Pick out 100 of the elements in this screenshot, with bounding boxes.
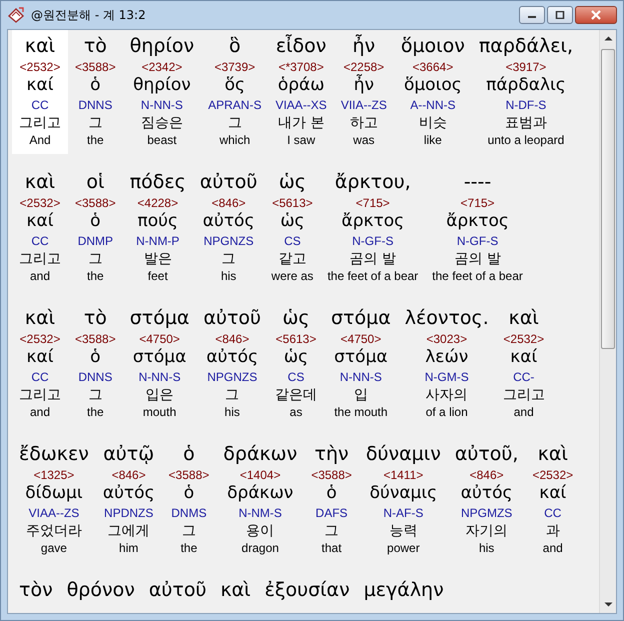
english-gloss: of a lion [426, 404, 468, 421]
word-column[interactable]: λέοντος. <3023> λεών N-GM-S 사자의 of a lion [398, 302, 496, 426]
english-gloss: was [353, 132, 374, 149]
word-column[interactable]: παρδάλει, <3917> πάρδαλις N-DF-S 표범과 unto a leopard [472, 30, 580, 154]
minimize-button[interactable] [519, 6, 545, 24]
morph-code: NPDNZS [104, 505, 154, 522]
word-column[interactable]: τὴν <3588> ὁ DAFS 그 that [304, 438, 359, 562]
word-column[interactable]: πόδες <4228> πούς N-NM-P 발은 feet [122, 166, 193, 290]
greek-word: καὶ [538, 442, 568, 467]
greek-word: δύναμιν [366, 442, 441, 467]
english-gloss: the [87, 404, 104, 421]
english-gloss: the feet of a bear [432, 268, 523, 285]
morph-code: N-DF-S [506, 97, 546, 114]
strong-number: <2532> [20, 332, 60, 346]
word-column[interactable]: ---- <715> ἄρκτος N-GF-S 곰의 발 the feet of a bear [425, 166, 530, 290]
lemma-word: πάρδαλις [486, 74, 566, 96]
lemma-word: ὁ [90, 346, 101, 368]
greek-word: στόμα [130, 306, 190, 331]
korean-gloss: 그 [182, 522, 196, 540]
strong-number: <846> [215, 332, 250, 346]
strong-number: <3023> [426, 332, 468, 346]
greek-word: καὶ [220, 578, 251, 603]
word-column[interactable]: αὐτοῦ, <846> αὐτός NPGMZS 자기의 his [448, 438, 526, 562]
english-gloss: dragon [242, 540, 279, 557]
word-column[interactable]: οἱ <3588> ὁ DNMP 그 the [68, 166, 123, 290]
word-column[interactable]: εἶδον <*3708> ὁράω VIAA--XS 내가 본 I saw [268, 30, 334, 154]
lemma-word: καί [539, 482, 566, 504]
english-gloss: his [478, 540, 494, 557]
scroll-down-icon[interactable] [604, 602, 612, 607]
strong-number: <4750> [139, 332, 180, 346]
greek-word: ὡς [278, 170, 306, 195]
korean-gloss: 그 [225, 386, 240, 404]
strong-number: <715> [460, 196, 495, 210]
word-column[interactable]: ὡς <5613> ὡς CS 같고 were as [264, 166, 320, 290]
greek-word: πόδες [130, 170, 186, 195]
word-column[interactable]: ἦν <2258> ἦν VIIA--ZS 하고 was [334, 30, 394, 154]
korean-gloss: 짐승은 [140, 114, 183, 132]
word-column[interactable]: καὶ <2532> καί CC 과 and [525, 438, 580, 562]
strong-number: <715> [356, 196, 390, 210]
word-column[interactable]: δράκων <1404> δράκων N-NM-S 용이 dragon [216, 438, 304, 562]
morph-code: VIAA--ZS [28, 505, 80, 522]
word-column[interactable]: στόμα <4750> στόμα N-NN-S 입은 mouth [122, 302, 196, 426]
word-column[interactable]: ὡς <5613> ὡς CS 같은데 as [268, 302, 324, 426]
word-column[interactable]: ὁ <3588> ὁ DNMS 그 the [162, 438, 216, 562]
english-gloss: the feet of a bear [327, 268, 418, 285]
word-column[interactable]: στόμα <4750> στόμα N-NN-S 입 the mouth [324, 302, 398, 426]
english-gloss: his [220, 268, 236, 285]
korean-gloss: 곰의 발 [350, 250, 396, 268]
scroll-thumb[interactable] [601, 49, 615, 349]
strong-number: <2532> [532, 468, 574, 482]
word-column[interactable]: ἔδωκεν <1325> δίδωμι VIAA--ZS 주었더라 gave [12, 438, 96, 562]
word-column[interactable]: τὸν [12, 574, 60, 604]
morph-code: N-AF-S [383, 505, 424, 522]
scroll-up-icon[interactable] [604, 36, 612, 41]
word-column[interactable]: καὶ <2532> καί CC 그리고 And [12, 30, 68, 154]
korean-gloss: 입 [354, 386, 368, 404]
morph-code: CC- [513, 369, 534, 386]
lemma-word: ὅς [224, 74, 245, 96]
korean-gloss: 입은 [146, 386, 174, 404]
english-gloss: the mouth [334, 404, 388, 421]
english-gloss: mouth [142, 404, 176, 421]
morph-code: NPGMZS [460, 505, 512, 522]
morph-code: A--NN-S [410, 97, 456, 114]
korean-gloss: 내가 본 [278, 114, 324, 132]
word-column[interactable]: θηρίον <2342> θηρίον N-NN-S 짐승은 beast [122, 30, 202, 154]
word-column[interactable]: θρόνον [60, 574, 142, 604]
word-column[interactable]: ἐξουσίαν [258, 574, 357, 604]
greek-word: τὴν [314, 442, 349, 467]
lemma-word: ὡς [284, 346, 308, 368]
word-column[interactable]: καὶ <2532> καί CC- 그리고 and [496, 302, 552, 426]
lemma-word: ὁ [90, 210, 101, 232]
korean-gloss: 주었더라 [26, 522, 82, 540]
word-column[interactable]: καὶ <2532> καί CC 그리고 and [12, 166, 68, 290]
maximize-button[interactable] [547, 6, 573, 24]
word-column[interactable]: ὅμοιον <3664> ὅμοιος A--NN-S 비슷 like [394, 30, 472, 154]
strong-number: <5613> [276, 332, 316, 346]
greek-word: ὡς [282, 306, 310, 331]
word-column[interactable]: τὸ <3588> ὁ DNNS 그 the [68, 30, 123, 154]
word-column[interactable]: μεγάλην [356, 574, 451, 604]
korean-gloss: 그 [222, 250, 236, 268]
greek-word: τὸν [19, 578, 53, 603]
strong-number: <3588> [311, 468, 352, 482]
morph-code: N-NN-S [140, 97, 183, 114]
korean-gloss: 곰의 발 [454, 250, 501, 268]
word-column[interactable]: τὸ <3588> ὁ DNNS 그 the [68, 302, 123, 426]
word-column[interactable]: αὐτοῦ <846> αὐτός NPGNZS 그 his [196, 302, 268, 426]
word-column[interactable]: ἄρκτου, <715> ἄρκτος N-GF-S 곰의 발 the feet of a bear [320, 166, 426, 290]
lemma-word: λεών [425, 346, 468, 368]
word-column[interactable]: καὶ <2532> καί CC 그리고 and [12, 302, 68, 426]
word-column[interactable]: ὃ <3739> ὅς APRAN-S 그 which [201, 30, 268, 154]
word-column[interactable]: αὐτοῦ [142, 574, 214, 604]
word-column[interactable]: αὐτοῦ <846> αὐτός NPGNZS 그 his [192, 166, 264, 290]
word-column[interactable]: καὶ [213, 574, 258, 604]
vertical-scrollbar[interactable] [599, 30, 616, 613]
close-button[interactable] [575, 6, 617, 24]
strong-number: <2532> [20, 60, 60, 74]
greek-word: ---- [464, 170, 492, 195]
lemma-word: ὡς [280, 210, 305, 232]
word-column[interactable]: δύναμιν <1411> δύναμις N-AF-S 능력 power [358, 438, 448, 562]
word-column[interactable]: αὐτῷ <846> αὐτός NPDNZS 그에게 him [96, 438, 162, 562]
